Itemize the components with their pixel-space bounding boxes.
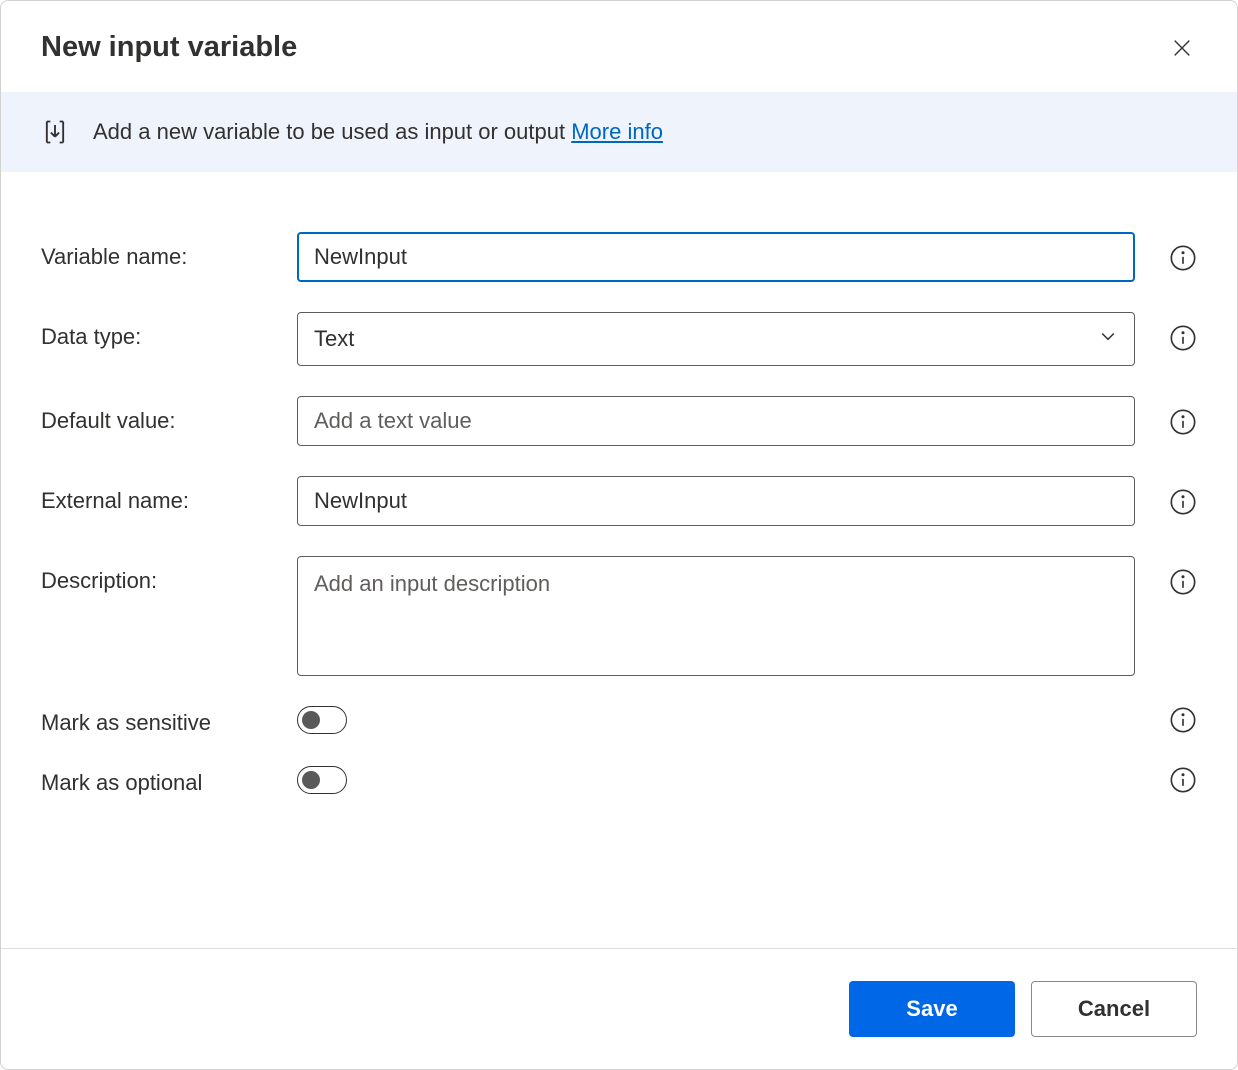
cancel-button[interactable]: Cancel bbox=[1031, 981, 1197, 1037]
close-icon bbox=[1171, 37, 1193, 59]
row-mark-optional: Mark as optional bbox=[41, 766, 1197, 796]
label-mark-optional: Mark as optional bbox=[41, 766, 281, 796]
info-icon[interactable] bbox=[1169, 408, 1197, 436]
info-icon[interactable] bbox=[1169, 706, 1197, 734]
chevron-down-icon bbox=[1098, 326, 1118, 352]
label-data-type: Data type: bbox=[41, 312, 281, 350]
info-icon[interactable] bbox=[1169, 244, 1197, 272]
label-description: Description: bbox=[41, 556, 281, 594]
row-description: Description: bbox=[41, 556, 1197, 676]
dialog-footer: Save Cancel bbox=[1, 948, 1237, 1069]
default-value-input[interactable] bbox=[297, 396, 1135, 446]
data-type-dropdown[interactable]: Text bbox=[297, 312, 1135, 366]
description-textarea[interactable] bbox=[297, 556, 1135, 676]
input-arrow-icon bbox=[41, 118, 69, 146]
external-name-input[interactable] bbox=[297, 476, 1135, 526]
row-data-type: Data type: Text bbox=[41, 312, 1197, 366]
save-button[interactable]: Save bbox=[849, 981, 1015, 1037]
label-external-name: External name: bbox=[41, 476, 281, 514]
info-icon[interactable] bbox=[1169, 488, 1197, 516]
info-icon[interactable] bbox=[1169, 766, 1197, 794]
info-icon[interactable] bbox=[1169, 324, 1197, 352]
variable-name-input[interactable] bbox=[297, 232, 1135, 282]
row-mark-sensitive: Mark as sensitive bbox=[41, 706, 1197, 736]
dialog-title: New input variable bbox=[41, 31, 297, 64]
label-default-value: Default value: bbox=[41, 396, 281, 434]
label-mark-sensitive: Mark as sensitive bbox=[41, 706, 281, 736]
mark-sensitive-toggle[interactable] bbox=[297, 706, 347, 734]
form-body: Variable name: Data type: Text Default v… bbox=[1, 172, 1237, 948]
dialog-header: New input variable bbox=[1, 1, 1237, 92]
dropdown-value: Text bbox=[314, 326, 354, 352]
banner-text-content: Add a new variable to be used as input o… bbox=[93, 119, 571, 144]
toggle-knob bbox=[302, 711, 320, 729]
mark-optional-toggle[interactable] bbox=[297, 766, 347, 794]
row-default-value: Default value: bbox=[41, 396, 1197, 446]
close-button[interactable] bbox=[1167, 33, 1197, 63]
label-variable-name: Variable name: bbox=[41, 232, 281, 270]
row-variable-name: Variable name: bbox=[41, 232, 1197, 282]
banner-text: Add a new variable to be used as input o… bbox=[93, 119, 663, 145]
row-external-name: External name: bbox=[41, 476, 1197, 526]
toggle-knob bbox=[302, 771, 320, 789]
more-info-link[interactable]: More info bbox=[571, 119, 663, 144]
info-banner: Add a new variable to be used as input o… bbox=[1, 92, 1237, 172]
info-icon[interactable] bbox=[1169, 568, 1197, 596]
